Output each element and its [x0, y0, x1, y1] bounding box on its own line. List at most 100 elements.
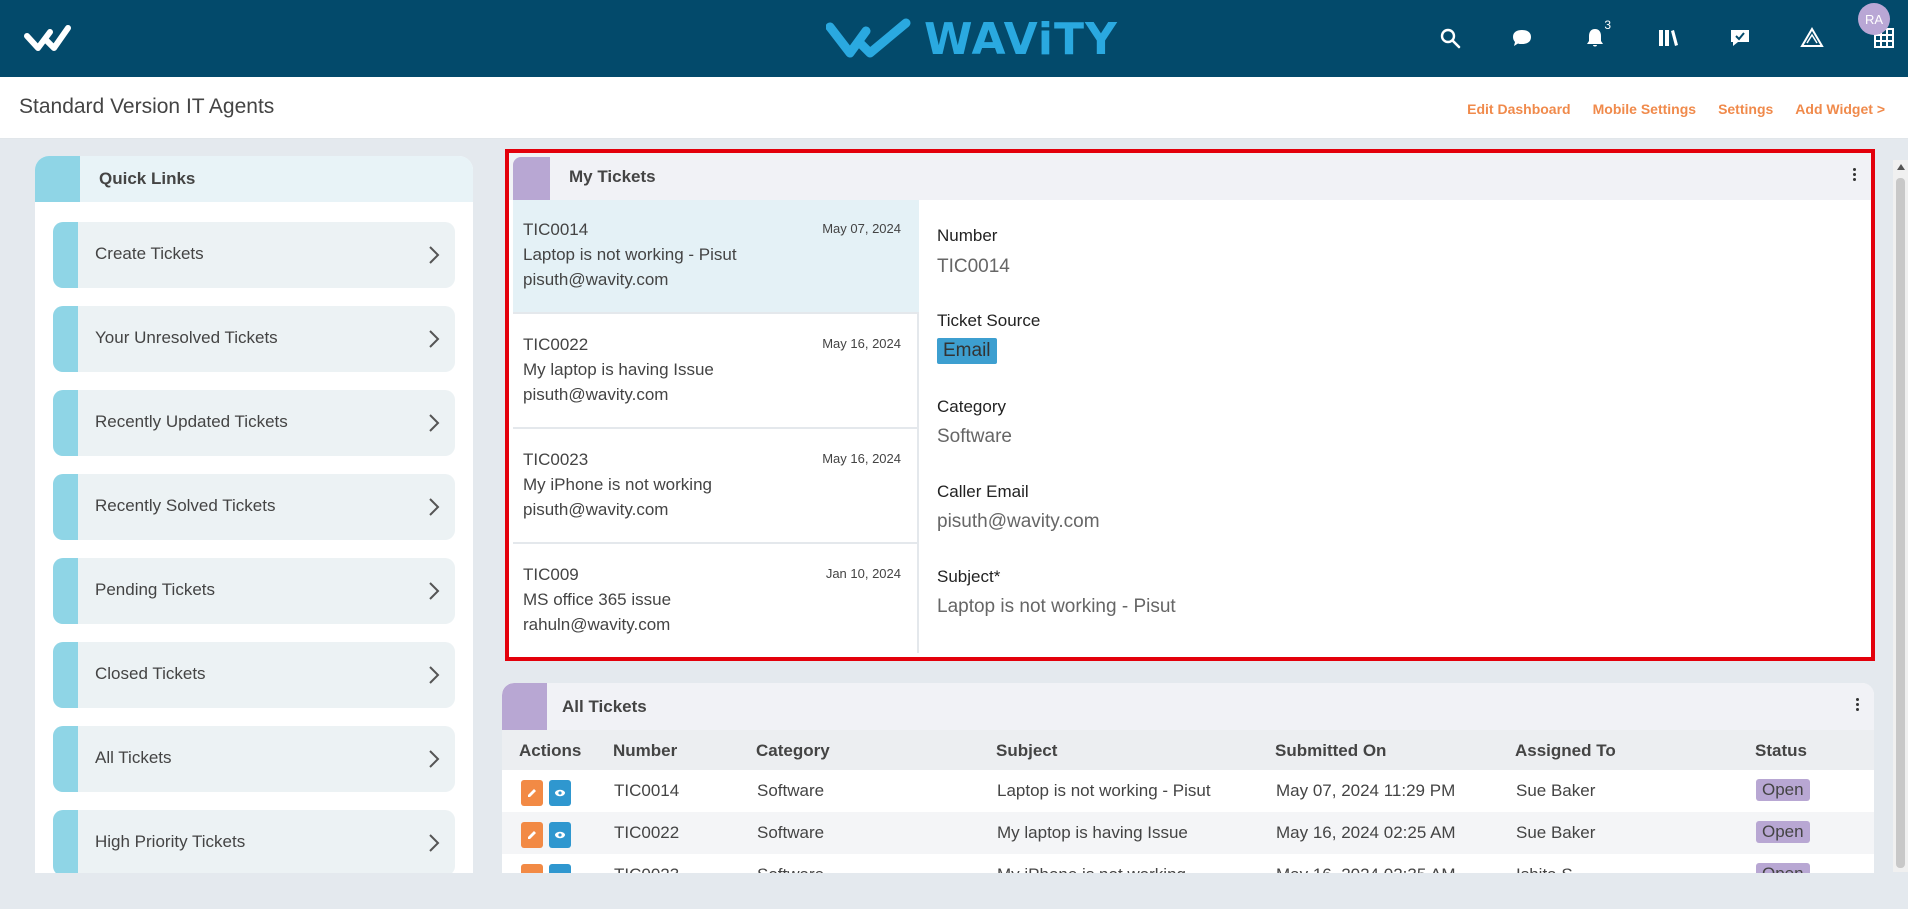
feedback-icon[interactable]	[1722, 20, 1758, 56]
column-header[interactable]: Submitted On	[1275, 741, 1386, 761]
add-widget-link[interactable]: Add Widget >	[1795, 101, 1885, 117]
quick-link-label: High Priority Tickets	[95, 832, 246, 851]
number-value: TIC0014	[937, 256, 1010, 277]
column-header[interactable]: Subject	[996, 741, 1057, 761]
quick-link-create-tickets[interactable]: Create Tickets	[53, 222, 455, 288]
category-value: Software	[937, 426, 1012, 447]
more-options-icon[interactable]	[1852, 696, 1862, 716]
ticket-detail: Number TIC0014 Ticket Source Email Categ…	[937, 200, 1837, 653]
panel-accent	[502, 683, 547, 730]
ticket-date: May 16, 2024	[822, 336, 901, 351]
panel-title: Quick Links	[99, 169, 196, 188]
dashboard-header: Standard Version IT Agents Edit Dashboar…	[0, 77, 1908, 139]
all-tickets-panel: All Tickets Actions Number Category Subj…	[502, 683, 1874, 893]
chevron-right-icon	[429, 330, 440, 348]
ticket-list-item[interactable]: TIC0022 May 16, 2024 My laptop is having…	[513, 315, 919, 429]
ticket-subject: My iPhone is not working	[523, 475, 712, 494]
chevron-right-icon	[429, 834, 440, 852]
my-tickets-panel: My Tickets TIC0014 May 07, 2024 Laptop i…	[505, 149, 1875, 661]
header-links: Edit Dashboard Mobile Settings Settings …	[1467, 101, 1885, 117]
chevron-right-icon	[429, 498, 440, 516]
table-row[interactable]: TIC0022 Software My laptop is having Iss…	[502, 812, 1874, 854]
brand-logo[interactable]: WAViTY	[826, 13, 1118, 65]
ticket-number: TIC0014	[523, 220, 589, 239]
column-header[interactable]: Assigned To	[1515, 741, 1616, 761]
quick-link-recently-updated[interactable]: Recently Updated Tickets	[53, 390, 455, 456]
scrollbar-thumb[interactable]	[1896, 178, 1905, 868]
brand-name: WAViTY	[924, 13, 1118, 65]
settings-link[interactable]: Settings	[1718, 101, 1773, 117]
ticket-number[interactable]: TIC0014	[614, 781, 679, 801]
ticket-email: pisuth@wavity.com	[523, 385, 669, 404]
ticket-assigned-to: Sue Baker	[1516, 823, 1596, 842]
ticket-number: TIC0023	[523, 450, 589, 469]
scroll-up-arrow-icon[interactable]	[1897, 164, 1905, 170]
chevron-right-icon	[429, 666, 440, 684]
ticket-date: Jan 10, 2024	[825, 566, 901, 581]
page-footer-strip	[0, 873, 1908, 909]
ticket-email: pisuth@wavity.com	[523, 500, 669, 519]
number-label: Number	[937, 226, 998, 245]
avatar[interactable]: RA	[1858, 3, 1890, 35]
quick-link-closed-tickets[interactable]: Closed Tickets	[53, 642, 455, 708]
ticket-date: May 07, 2024	[822, 221, 901, 236]
panel-accent	[35, 156, 80, 202]
quick-link-label: Closed Tickets	[95, 664, 206, 683]
ticket-number[interactable]: TIC0022	[614, 823, 679, 843]
ticket-number: TIC0022	[523, 335, 589, 354]
quick-link-unresolved-tickets[interactable]: Your Unresolved Tickets	[53, 306, 455, 372]
ticket-submitted-on: May 07, 2024 11:29 PM	[1276, 781, 1456, 800]
quick-link-all-tickets[interactable]: All Tickets	[53, 726, 455, 792]
quick-links-panel: Quick Links Create Tickets Your Unresolv…	[35, 156, 473, 876]
quick-link-label: Pending Tickets	[95, 580, 216, 599]
chevron-right-icon	[429, 414, 440, 432]
ticket-list-item[interactable]: TIC0014 May 07, 2024 Laptop is not worki…	[513, 200, 919, 314]
view-eye-icon[interactable]	[549, 822, 571, 848]
chevron-right-icon	[429, 582, 440, 600]
home-check-icon[interactable]	[24, 24, 78, 54]
ticket-assigned-to: Sue Baker	[1516, 781, 1596, 800]
subject-label: Subject*	[937, 567, 1001, 586]
quick-link-label: All Tickets	[95, 748, 172, 767]
warning-icon[interactable]	[1794, 20, 1830, 56]
ticket-subject: My laptop is having Issue	[997, 823, 1188, 842]
page-scrollbar[interactable]	[1893, 160, 1908, 872]
table-row[interactable]: TIC0014 Software Laptop is not working -…	[502, 770, 1874, 812]
ticket-date: May 16, 2024	[822, 451, 901, 466]
view-eye-icon[interactable]	[549, 780, 571, 806]
edit-icon[interactable]	[521, 780, 543, 806]
status-badge: Open	[1756, 821, 1810, 843]
edit-icon[interactable]	[521, 822, 543, 848]
ticket-list-item[interactable]: TIC0023 May 16, 2024 My iPhone is not wo…	[513, 430, 919, 544]
column-header[interactable]: Number	[613, 741, 677, 761]
status-badge: Open	[1756, 779, 1810, 801]
edit-dashboard-link[interactable]: Edit Dashboard	[1467, 101, 1570, 117]
quick-link-pending-tickets[interactable]: Pending Tickets	[53, 558, 455, 624]
column-header[interactable]: Actions	[519, 741, 581, 761]
chevron-right-icon	[429, 246, 440, 264]
category-label: Category	[937, 397, 1006, 416]
library-icon[interactable]	[1650, 20, 1686, 56]
page-title: Standard Version IT Agents	[19, 95, 275, 118]
bell-icon[interactable]: 3	[1577, 18, 1613, 56]
more-options-icon[interactable]	[1849, 166, 1859, 186]
ticket-list-item[interactable]: TIC009 Jan 10, 2024 MS office 365 issue …	[513, 545, 919, 659]
caller-email-label: Caller Email	[937, 482, 1029, 501]
panel-accent	[513, 157, 550, 200]
table-header-row: Actions Number Category Subject Submitte…	[502, 730, 1874, 770]
quick-link-recently-solved[interactable]: Recently Solved Tickets	[53, 474, 455, 540]
quick-links-header: Quick Links	[35, 156, 473, 202]
quick-link-label: Create Tickets	[95, 244, 204, 263]
column-header[interactable]: Status	[1755, 741, 1807, 761]
ticket-category: Software	[757, 823, 825, 842]
chat-icon[interactable]	[1504, 20, 1540, 56]
all-tickets-header: All Tickets	[502, 683, 1874, 730]
top-navigation-bar: WAViTY 3 RA	[0, 0, 1908, 77]
mobile-settings-link[interactable]: Mobile Settings	[1593, 101, 1696, 117]
ticket-subject: MS office 365 issue	[523, 590, 672, 609]
quick-link-high-priority[interactable]: High Priority Tickets	[53, 810, 455, 876]
search-icon[interactable]	[1432, 20, 1468, 56]
ticket-submitted-on: May 16, 2024 02:25 AM	[1276, 823, 1456, 842]
ticket-email: rahuln@wavity.com	[523, 615, 671, 634]
column-header[interactable]: Category	[756, 741, 830, 761]
